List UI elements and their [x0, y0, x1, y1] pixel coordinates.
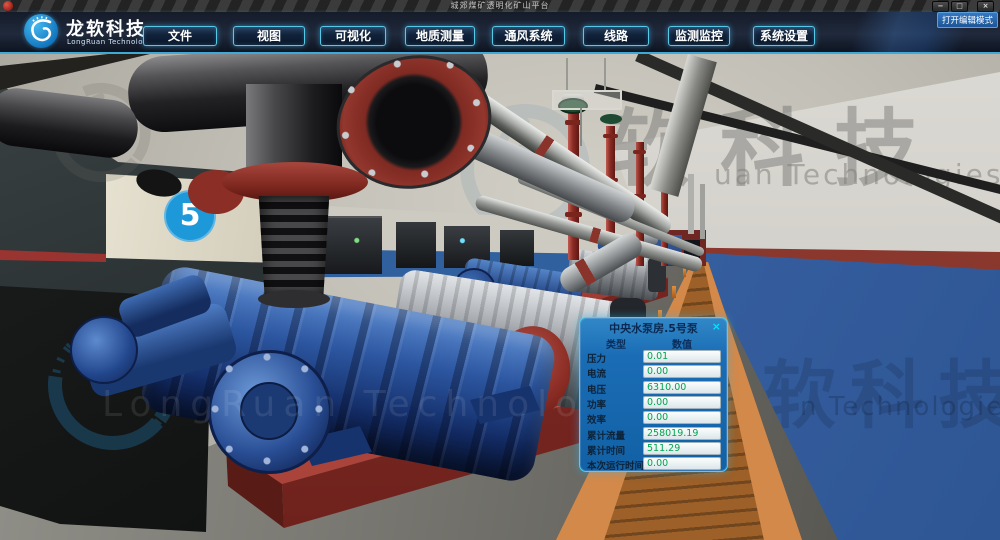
pump1-inlet-cap [70, 316, 138, 384]
pipe-flange [633, 150, 646, 154]
param-label: 本次运行时间 [587, 458, 644, 472]
panel-row: 功率 0.00 [580, 395, 727, 410]
param-value: 258019.19 [644, 428, 720, 439]
param-value: 0.01 [644, 351, 720, 362]
menu-ventilation[interactable]: 通风系统 [492, 26, 565, 46]
panel-row: 电压 6310.00 [580, 380, 727, 395]
param-label: 功率 [587, 397, 606, 411]
far-pipe [700, 184, 705, 239]
menu-monitoring[interactable]: 监测监控 [668, 26, 730, 46]
panel-row: 本次运行时间 0.00 [580, 456, 727, 471]
panel-title: 中央水泵房.5号泵 [580, 320, 727, 336]
param-value: 6310.00 [644, 382, 720, 393]
panel-row: 电流 0.00 [580, 364, 727, 379]
param-label: 电压 [587, 382, 606, 396]
light-wire [566, 58, 568, 92]
brand-logo-icon [24, 14, 58, 48]
menu-geology-survey[interactable]: 地质测量 [405, 26, 475, 46]
param-value-field: 511.29 [643, 442, 721, 455]
pipe-flange [565, 212, 582, 217]
param-value-field: 0.00 [643, 365, 721, 378]
param-label: 累计流量 [587, 428, 625, 442]
far-pipe [688, 174, 694, 234]
param-value: 0.00 [644, 458, 720, 469]
panel-row: 效率 0.00 [580, 410, 727, 425]
valve-handwheel [600, 114, 622, 124]
expansion-bellows [252, 196, 336, 296]
param-label: 效率 [587, 412, 606, 426]
param-value: 511.29 [644, 443, 720, 454]
panel-row: 累计流量 258019.19 [580, 426, 727, 441]
menu-file[interactable]: 文件 [143, 26, 217, 46]
menu-visualization[interactable]: 可视化 [320, 26, 386, 46]
pump1-hub [240, 382, 298, 440]
param-value-field: 0.00 [643, 411, 721, 424]
param-label: 累计时间 [587, 443, 625, 457]
pump-info-panel: 中央水泵房.5号泵 × 类型 数值 压力 0.01 电流 0.00 电压 631… [579, 317, 728, 472]
param-value-field: 0.01 [643, 350, 721, 363]
panel-title-bar[interactable]: 中央水泵房.5号泵 × [580, 318, 727, 335]
window-title: 城郊煤矿透明化矿山平台 [0, 0, 1000, 12]
control-cabinet [500, 230, 534, 266]
param-label: 电流 [587, 366, 606, 380]
panel-row: 压力 0.01 [580, 349, 727, 364]
minimize-button[interactable]: − [932, 1, 949, 12]
light-wire [580, 108, 582, 146]
panel-row: 累计时间 511.29 [580, 441, 727, 456]
param-value-field: 258019.19 [643, 427, 721, 440]
menu-lines[interactable]: 线路 [583, 26, 649, 46]
param-value-field: 6310.00 [643, 381, 721, 394]
menu-view[interactable]: 视图 [233, 26, 305, 46]
app-header: 龙软科技 LongRuan Technologies 文件 视图 可视化 地质测… [0, 12, 1000, 54]
bellows-bottom-flange [258, 290, 330, 308]
param-value-field: 0.00 [643, 396, 721, 409]
control-cabinet [396, 222, 436, 268]
param-value: 0.00 [644, 412, 720, 423]
3d-viewport[interactable]: 软科技 uan Technologies 软科技 n Technologies … [0, 54, 1000, 540]
param-label: 压力 [587, 351, 606, 365]
panel-close-icon[interactable]: × [712, 320, 721, 333]
maximize-button[interactable]: □ [951, 1, 968, 12]
pipe-flange [603, 134, 618, 138]
open-edit-mode-toggle[interactable]: 打开编辑模式 [937, 12, 998, 28]
menu-system-settings[interactable]: 系统设置 [753, 26, 815, 46]
param-value-field: 0.00 [643, 457, 721, 470]
hanging-light-fixture [552, 90, 622, 110]
close-button[interactable]: × [977, 1, 994, 12]
param-value: 0.00 [644, 397, 720, 408]
app-window: { "window": {"title": "城郊煤矿透明化矿山平台", "mi… [0, 0, 1000, 540]
guard-post [672, 286, 676, 298]
param-value: 0.00 [644, 366, 720, 377]
light-wire [604, 58, 606, 90]
